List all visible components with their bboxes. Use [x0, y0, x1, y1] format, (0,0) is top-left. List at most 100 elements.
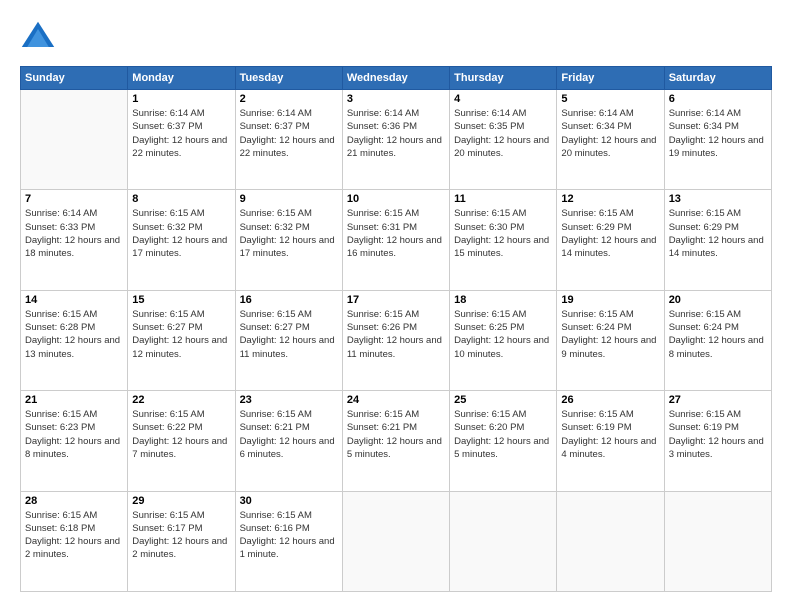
sunrise-text: Sunrise: 6:14 AM: [669, 107, 767, 120]
col-tuesday: Tuesday: [235, 67, 342, 90]
day-info: Sunrise: 6:15 AMSunset: 6:28 PMDaylight:…: [25, 308, 123, 361]
table-row: [450, 491, 557, 591]
day-info: Sunrise: 6:14 AMSunset: 6:37 PMDaylight:…: [132, 107, 230, 160]
day-info: Sunrise: 6:15 AMSunset: 6:24 PMDaylight:…: [669, 308, 767, 361]
daylight-text: Daylight: 12 hours and 11 minutes.: [240, 334, 338, 361]
table-row: 9Sunrise: 6:15 AMSunset: 6:32 PMDaylight…: [235, 190, 342, 290]
table-row: 12 Sunrise: 6:15 AMSunset: 6:29 PMDayligh…: [557, 190, 664, 290]
day-info: Sunrise: 6:15 AMSunset: 6:29 PMDaylight:…: [561, 207, 659, 260]
sunset-text: Sunset: 6:21 PM: [240, 421, 338, 434]
table-row: 3Sunrise: 6:14 AMSunset: 6:36 PMDaylight…: [342, 90, 449, 190]
sunset-text: Sunset: 6:32 PM: [240, 221, 338, 234]
daylight-text: Daylight: 12 hours and 10 minutes.: [454, 334, 552, 361]
daylight-text: Daylight: 12 hours and 20 minutes.: [454, 134, 552, 161]
sunset-text: Sunset: 6:27 PM: [132, 321, 230, 334]
daylight-text: Daylight: 12 hours and 16 minutes.: [347, 234, 445, 261]
day-number: 29: [132, 495, 230, 507]
day-number: 8: [132, 193, 230, 205]
day-number: 4: [454, 93, 552, 105]
sunrise-text: Sunrise: 6:15 AM: [561, 308, 659, 321]
day-number: 14: [25, 294, 123, 306]
sunset-text: Sunset: 6:34 PM: [669, 120, 767, 133]
day-info: Sunrise: 6:15 AMSunset: 6:31 PMDaylight:…: [347, 207, 445, 260]
sunset-text: Sunset: 6:25 PM: [454, 321, 552, 334]
daylight-text: Daylight: 12 hours and 21 minutes.: [347, 134, 445, 161]
sunrise-text: Sunrise: 6:15 AM: [240, 207, 338, 220]
day-info: Sunrise: 6:15 AMSunset: 6:24 PMDaylight:…: [561, 308, 659, 361]
sunset-text: Sunset: 6:23 PM: [25, 421, 123, 434]
sunset-text: Sunset: 6:26 PM: [347, 321, 445, 334]
day-info: Sunrise: 6:15 AMSunset: 6:23 PMDaylight:…: [25, 408, 123, 461]
daylight-text: Daylight: 12 hours and 7 minutes.: [132, 435, 230, 462]
day-info: Sunrise: 6:15 AMSunset: 6:26 PMDaylight:…: [347, 308, 445, 361]
daylight-text: Daylight: 12 hours and 17 minutes.: [240, 234, 338, 261]
day-number: 30: [240, 495, 338, 507]
day-number: 23: [240, 394, 338, 406]
calendar-header-row: Sunday Monday Tuesday Wednesday Thursday…: [21, 67, 772, 90]
sunrise-text: Sunrise: 6:14 AM: [25, 207, 123, 220]
day-number: 12: [561, 193, 659, 205]
sunrise-text: Sunrise: 6:15 AM: [240, 509, 338, 522]
day-number: 20: [669, 294, 767, 306]
daylight-text: Daylight: 12 hours and 15 minutes.: [454, 234, 552, 261]
sunrise-text: Sunrise: 6:15 AM: [454, 408, 552, 421]
sunset-text: Sunset: 6:35 PM: [454, 120, 552, 133]
table-row: 15Sunrise: 6:15 AMSunset: 6:27 PMDayligh…: [128, 290, 235, 390]
daylight-text: Daylight: 12 hours and 8 minutes.: [25, 435, 123, 462]
sunset-text: Sunset: 6:34 PM: [561, 120, 659, 133]
sunrise-text: Sunrise: 6:15 AM: [454, 308, 552, 321]
table-row: 5 Sunrise: 6:14 AMSunset: 6:34 PMDaylight…: [557, 90, 664, 190]
sunrise-text: Sunrise: 6:15 AM: [669, 308, 767, 321]
calendar-table: Sunday Monday Tuesday Wednesday Thursday…: [20, 66, 772, 592]
sunrise-text: Sunrise: 6:15 AM: [132, 509, 230, 522]
day-info: Sunrise: 6:14 AMSunset: 6:33 PMDaylight:…: [25, 207, 123, 260]
day-info: Sunrise: 6:15 AMSunset: 6:21 PMDaylight:…: [240, 408, 338, 461]
table-row: 2 Sunrise: 6:14 AMSunset: 6:37 PMDaylight…: [235, 90, 342, 190]
sunset-text: Sunset: 6:29 PM: [669, 221, 767, 234]
page: Sunday Monday Tuesday Wednesday Thursday…: [0, 0, 792, 612]
table-row: 26Sunrise: 6:15 AMSunset: 6:19 PMDayligh…: [557, 391, 664, 491]
sunrise-text: Sunrise: 6:14 AM: [561, 107, 659, 120]
sunrise-text: Sunrise: 6:15 AM: [132, 308, 230, 321]
table-row: 29Sunrise: 6:15 AMSunset: 6:17 PMDayligh…: [128, 491, 235, 591]
day-info: Sunrise: 6:15 AMSunset: 6:19 PMDaylight:…: [669, 408, 767, 461]
daylight-text: Daylight: 12 hours and 3 minutes.: [669, 435, 767, 462]
col-monday: Monday: [128, 67, 235, 90]
daylight-text: Daylight: 12 hours and 17 minutes.: [132, 234, 230, 261]
header: [20, 20, 772, 56]
sunset-text: Sunset: 6:18 PM: [25, 522, 123, 535]
day-info: Sunrise: 6:15 AMSunset: 6:21 PMDaylight:…: [347, 408, 445, 461]
day-number: 22: [132, 394, 230, 406]
calendar-week-row: 1Sunrise: 6:14 AMSunset: 6:37 PMDaylight…: [21, 90, 772, 190]
day-number: 18: [454, 294, 552, 306]
table-row: 20 Sunrise: 6:15 AMSunset: 6:24 PMDayligh…: [664, 290, 771, 390]
col-sunday: Sunday: [21, 67, 128, 90]
day-info: Sunrise: 6:15 AMSunset: 6:32 PMDaylight:…: [240, 207, 338, 260]
daylight-text: Daylight: 12 hours and 9 minutes.: [561, 334, 659, 361]
day-number: 25: [454, 394, 552, 406]
col-thursday: Thursday: [450, 67, 557, 90]
day-info: Sunrise: 6:14 AMSunset: 6:37 PMDaylight:…: [240, 107, 338, 160]
sunset-text: Sunset: 6:24 PM: [561, 321, 659, 334]
day-number: 2: [240, 93, 338, 105]
day-number: 26: [561, 394, 659, 406]
daylight-text: Daylight: 12 hours and 20 minutes.: [561, 134, 659, 161]
table-row: 30Sunrise: 6:15 AMSunset: 6:16 PMDayligh…: [235, 491, 342, 591]
table-row: 4Sunrise: 6:14 AMSunset: 6:35 PMDaylight…: [450, 90, 557, 190]
day-number: 3: [347, 93, 445, 105]
daylight-text: Daylight: 12 hours and 22 minutes.: [240, 134, 338, 161]
day-info: Sunrise: 6:15 AMSunset: 6:27 PMDaylight:…: [240, 308, 338, 361]
table-row: [342, 491, 449, 591]
sunrise-text: Sunrise: 6:15 AM: [25, 408, 123, 421]
day-info: Sunrise: 6:15 AMSunset: 6:20 PMDaylight:…: [454, 408, 552, 461]
day-number: 13: [669, 193, 767, 205]
sunset-text: Sunset: 6:29 PM: [561, 221, 659, 234]
sunrise-text: Sunrise: 6:14 AM: [240, 107, 338, 120]
col-friday: Friday: [557, 67, 664, 90]
daylight-text: Daylight: 12 hours and 22 minutes.: [132, 134, 230, 161]
sunset-text: Sunset: 6:20 PM: [454, 421, 552, 434]
daylight-text: Daylight: 12 hours and 4 minutes.: [561, 435, 659, 462]
day-number: 5: [561, 93, 659, 105]
sunset-text: Sunset: 6:22 PM: [132, 421, 230, 434]
sunset-text: Sunset: 6:17 PM: [132, 522, 230, 535]
